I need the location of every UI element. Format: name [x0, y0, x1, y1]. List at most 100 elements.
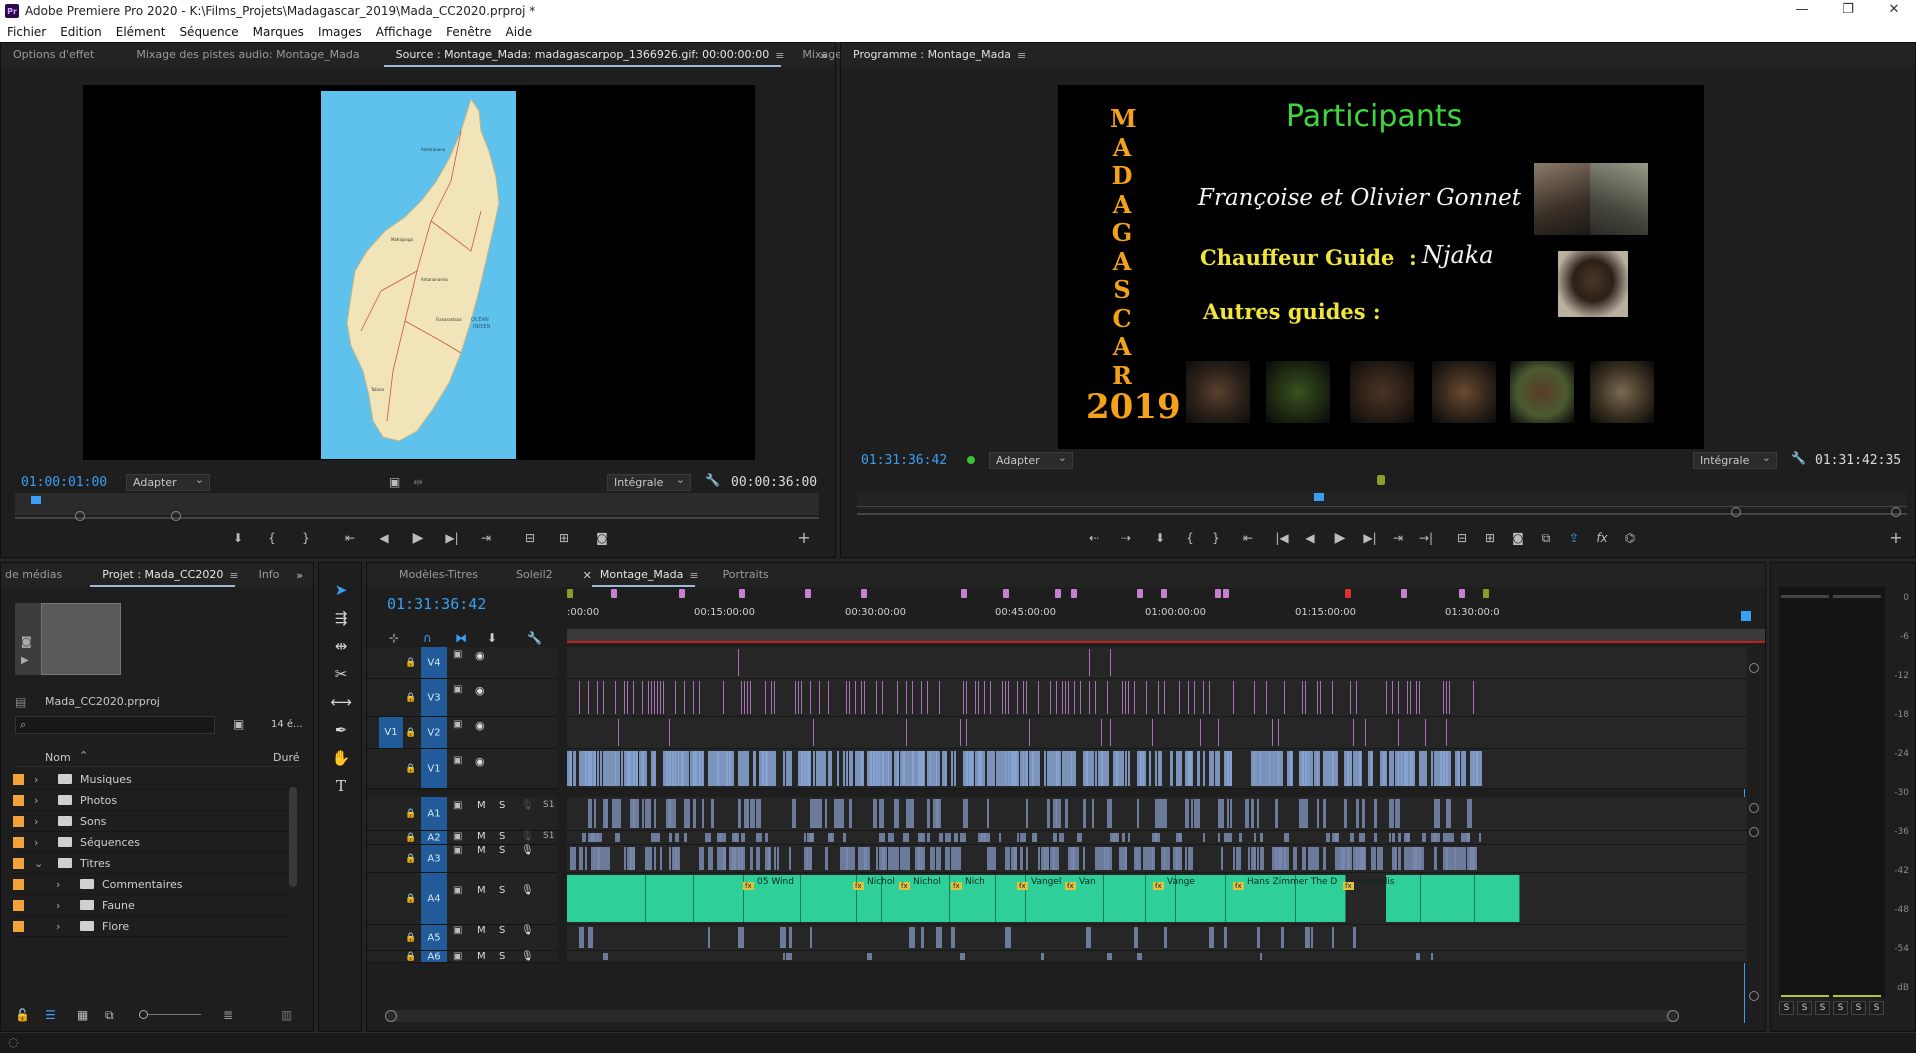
video-clip[interactable] — [1317, 751, 1320, 786]
solo-button[interactable]: S — [499, 951, 505, 962]
video-clip[interactable] — [1143, 751, 1146, 786]
project-bin-flore[interactable]: › Flore — [13, 916, 289, 937]
audio-clip[interactable] — [843, 833, 846, 842]
tab-soleil2[interactable]: Soleil2 — [504, 563, 565, 587]
audio-clip[interactable] — [849, 799, 852, 828]
audio-clip[interactable] — [1362, 799, 1365, 828]
video-clip[interactable] — [837, 751, 839, 786]
track-header[interactable]: 🔒 V1 ▣ ◉ — [367, 749, 557, 789]
audio-clip[interactable] — [1194, 799, 1200, 828]
audio-clip[interactable] — [1374, 833, 1377, 842]
menu-edition[interactable]: Edition — [60, 25, 102, 39]
audio-clip[interactable] — [579, 927, 584, 948]
video-clip[interactable] — [1038, 681, 1042, 714]
video-clip[interactable] — [1320, 681, 1322, 714]
audio-clip[interactable] — [954, 833, 958, 842]
audio-clip[interactable] — [1475, 875, 1520, 922]
video-clip[interactable] — [621, 751, 623, 786]
track-visibility-eye-icon[interactable]: ◉ — [475, 719, 485, 732]
video-clip[interactable] — [618, 719, 620, 746]
column-duration[interactable]: Duré — [273, 751, 300, 764]
track-lane[interactable]: fx 05 Wind fx Nichol fx Nichol fx Nich fx Vangel f… — [567, 873, 1747, 925]
video-clip[interactable] — [906, 719, 910, 746]
audio-clip[interactable] — [831, 833, 834, 842]
audio-clip[interactable] — [606, 799, 608, 828]
pen-tool-icon[interactable]: ✒ — [329, 719, 353, 741]
audio-clip[interactable] — [1137, 953, 1142, 960]
audio-clip[interactable] — [951, 927, 955, 948]
audio-clip[interactable] — [927, 799, 930, 828]
sequence-marker[interactable] — [861, 589, 867, 598]
video-clip[interactable] — [579, 681, 585, 714]
audio-clip[interactable] — [960, 833, 966, 842]
video-clip[interactable] — [813, 751, 815, 786]
audio-clip[interactable] — [945, 833, 951, 842]
button-editor-plus-icon[interactable]: + — [795, 529, 813, 547]
audio-clip[interactable] — [606, 847, 610, 870]
sequence-marker[interactable] — [1161, 589, 1167, 598]
audio-clip[interactable] — [1137, 847, 1141, 870]
go-prev-marker-icon[interactable]: ⇠ — [1085, 529, 1103, 547]
audio-clip[interactable] — [810, 847, 812, 870]
audio-clip[interactable] — [879, 833, 885, 842]
audio-clip[interactable] — [1377, 847, 1383, 870]
menu-marques[interactable]: Marques — [253, 25, 304, 39]
toggle-sync-lock-icon[interactable]: ▣ — [453, 719, 462, 730]
video-clip[interactable] — [1107, 681, 1113, 714]
audio-clip[interactable] — [1107, 847, 1112, 870]
video-clip[interactable] — [1449, 681, 1453, 714]
voiceover-record-mic-icon[interactable]: 🎙 — [521, 831, 534, 842]
audio-clip[interactable] — [756, 833, 762, 842]
menu-images[interactable]: Images — [318, 25, 362, 39]
overwrite-icon[interactable]: ⊞ — [555, 529, 573, 547]
audio-clip[interactable] — [1257, 847, 1259, 870]
audio-clip[interactable] — [1134, 927, 1138, 948]
video-clip[interactable] — [603, 681, 608, 714]
audio-clip[interactable] — [1128, 833, 1130, 842]
video-clip[interactable] — [1233, 681, 1238, 714]
video-clip[interactable] — [747, 751, 749, 786]
audio-clip[interactable] — [1398, 833, 1401, 842]
audio-clip[interactable] — [1248, 847, 1250, 870]
video-clip[interactable] — [597, 681, 600, 714]
audio-clip[interactable] — [825, 847, 828, 870]
video-clip[interactable] — [1095, 681, 1101, 714]
track-header[interactable]: 🔒 A5 ▣ M S 🎙 — [367, 925, 557, 951]
video-clip[interactable] — [945, 751, 947, 786]
video-clip[interactable] — [1365, 719, 1367, 746]
audio-clip[interactable] — [1251, 799, 1254, 828]
zoom-slider[interactable] — [139, 1010, 201, 1019]
audio-clip[interactable] — [1257, 799, 1259, 828]
video-clip[interactable] — [636, 751, 638, 786]
video-clip[interactable] — [738, 649, 743, 676]
video-clip[interactable] — [972, 751, 974, 786]
nest-icon[interactable]: ⊹ — [389, 631, 399, 645]
audio-clip[interactable] — [735, 833, 739, 842]
track-lane[interactable] — [567, 951, 1747, 963]
project-bin-sons[interactable]: › Sons — [13, 811, 289, 832]
video-clip[interactable] — [849, 751, 853, 786]
video-clip[interactable] — [1149, 751, 1151, 786]
audio-clip[interactable] — [1419, 847, 1424, 870]
toggle-sync-lock-icon[interactable]: ▣ — [453, 831, 462, 842]
video-clip[interactable] — [1356, 681, 1362, 714]
video-clip[interactable] — [1116, 751, 1118, 786]
audio-clip[interactable] — [960, 953, 965, 960]
fx-icon[interactable]: fx — [1593, 529, 1611, 547]
audio-clip[interactable] — [792, 799, 796, 828]
solo-button[interactable]: S — [499, 845, 505, 856]
audio-clip[interactable] — [765, 833, 768, 842]
video-clip[interactable] — [1446, 719, 1452, 746]
audio-clip[interactable] — [648, 847, 652, 870]
audio-clip[interactable] — [741, 847, 745, 870]
program-go-to-out-icon[interactable]: ⇥ — [1389, 529, 1407, 547]
sequence-marker[interactable] — [1071, 589, 1077, 598]
audio-clip[interactable] — [888, 833, 894, 842]
audio-clip[interactable] — [1434, 833, 1440, 842]
video-clip[interactable] — [897, 681, 903, 714]
video-clip[interactable] — [1026, 751, 1028, 786]
audio-clip[interactable] — [786, 953, 792, 960]
track-header[interactable]: 🔒 A6 ▣ M S 🎙 — [367, 951, 557, 963]
track-name[interactable]: A2 — [421, 831, 447, 844]
voiceover-record-mic-icon[interactable]: 🎙 — [521, 845, 534, 856]
